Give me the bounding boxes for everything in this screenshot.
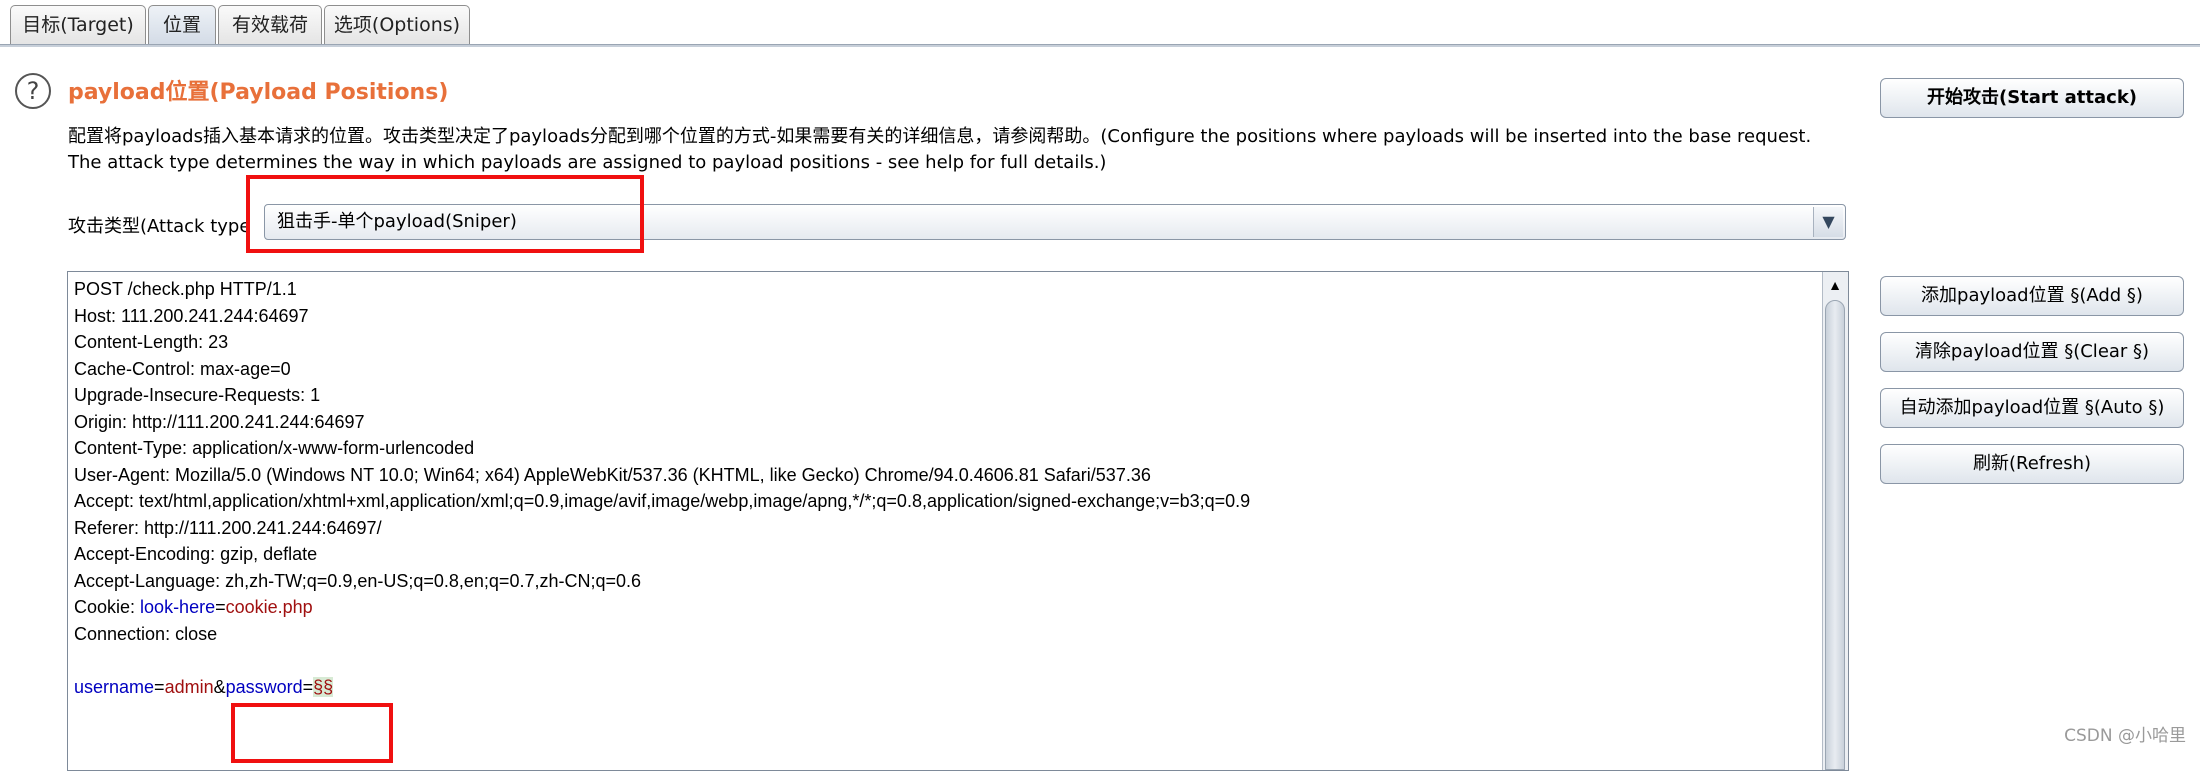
payload-marker[interactable]: §§ (313, 676, 334, 697)
watermark: CSDN @小哈里 (2064, 726, 2186, 746)
cookie-key: look-here (140, 597, 216, 617)
request-text[interactable]: POST /check.php HTTP/1.1 Host: 111.200.2… (74, 276, 1250, 700)
request-line: Connection: close (74, 623, 218, 644)
refresh-button[interactable]: 刷新(Refresh) (1880, 444, 2184, 484)
chevron-down-icon[interactable]: ▼ (1813, 207, 1843, 237)
auto-payload-position-button[interactable]: 自动添加payload位置 §(Auto §) (1880, 388, 2184, 428)
tab-divider (0, 44, 2200, 47)
request-line: Accept: text/html,application/xhtml+xml,… (74, 491, 1251, 511)
request-line: Content-Length: 23 (74, 332, 229, 352)
cookie-value: cookie.php (225, 597, 313, 617)
tab-bar: 目标(Target) 位置 有效载荷 选项(Options) (0, 0, 2200, 56)
param-separator: & (213, 676, 226, 697)
request-editor[interactable]: POST /check.php HTTP/1.1 Host: 111.200.2… (67, 271, 1849, 771)
tab-positions[interactable]: 位置 (148, 5, 216, 45)
cookie-prefix: Cookie: (74, 597, 141, 617)
tab-payloads[interactable]: 有效载荷 (218, 5, 322, 45)
attack-type-value: 狙击手-单个payload(Sniper) (277, 211, 517, 232)
param-eq: = (302, 676, 314, 697)
cookie-eq: = (215, 597, 226, 617)
request-line: Host: 111.200.241.244:64697 (74, 305, 309, 326)
attack-type-label: 攻击类型(Attack type (68, 216, 251, 237)
start-attack-button[interactable]: 开始攻击(Start attack) (1880, 78, 2184, 118)
help-icon[interactable]: ? (15, 73, 51, 109)
section-title: payload位置(Payload Positions) (68, 80, 449, 105)
vertical-scrollbar[interactable]: ▲ (1822, 272, 1848, 770)
request-line: Content-Type: application/x-www-form-url… (74, 438, 475, 458)
request-line: Accept-Encoding: gzip, deflate (74, 544, 318, 564)
param-key-username: username (74, 676, 155, 697)
scroll-up-icon[interactable]: ▲ (1824, 274, 1846, 296)
tab-target[interactable]: 目标(Target) (10, 5, 146, 45)
request-line: POST /check.php HTTP/1.1 (74, 279, 297, 299)
section-description: 配置将payloads插入基本请求的位置。攻击类型决定了payloads分配到哪… (68, 126, 1812, 173)
param-eq: = (154, 676, 165, 697)
tab-options[interactable]: 选项(Options) (324, 5, 470, 45)
add-payload-position-button[interactable]: 添加payload位置 §(Add §) (1880, 276, 2184, 316)
request-line: Cache-Control: max-age=0 (74, 358, 291, 379)
request-line: Upgrade-Insecure-Requests: 1 (74, 385, 321, 405)
request-line: Accept-Language: zh,zh-TW;q=0.9,en-US;q=… (74, 570, 642, 591)
request-line: Origin: http://111.200.241.244:64697 (74, 411, 365, 432)
scroll-thumb[interactable] (1825, 300, 1845, 770)
clear-payload-position-button[interactable]: 清除payload位置 §(Clear §) (1880, 332, 2184, 372)
param-value-username: admin (164, 676, 214, 697)
param-key-password: password (225, 676, 303, 697)
body-line: username=admin&password=§§ (74, 674, 1250, 701)
request-line: User-Agent: Mozilla/5.0 (Windows NT 10.0… (74, 464, 1151, 485)
attack-type-select[interactable]: 狙击手-单个payload(Sniper) ▼ (264, 204, 1846, 240)
cookie-line: Cookie: look-here=cookie.php (74, 594, 1250, 621)
positions-panel: ? payload位置(Payload Positions) 配置将payloa… (0, 56, 2200, 771)
request-line: Referer: http://111.200.241.244:64697/ (74, 517, 382, 538)
